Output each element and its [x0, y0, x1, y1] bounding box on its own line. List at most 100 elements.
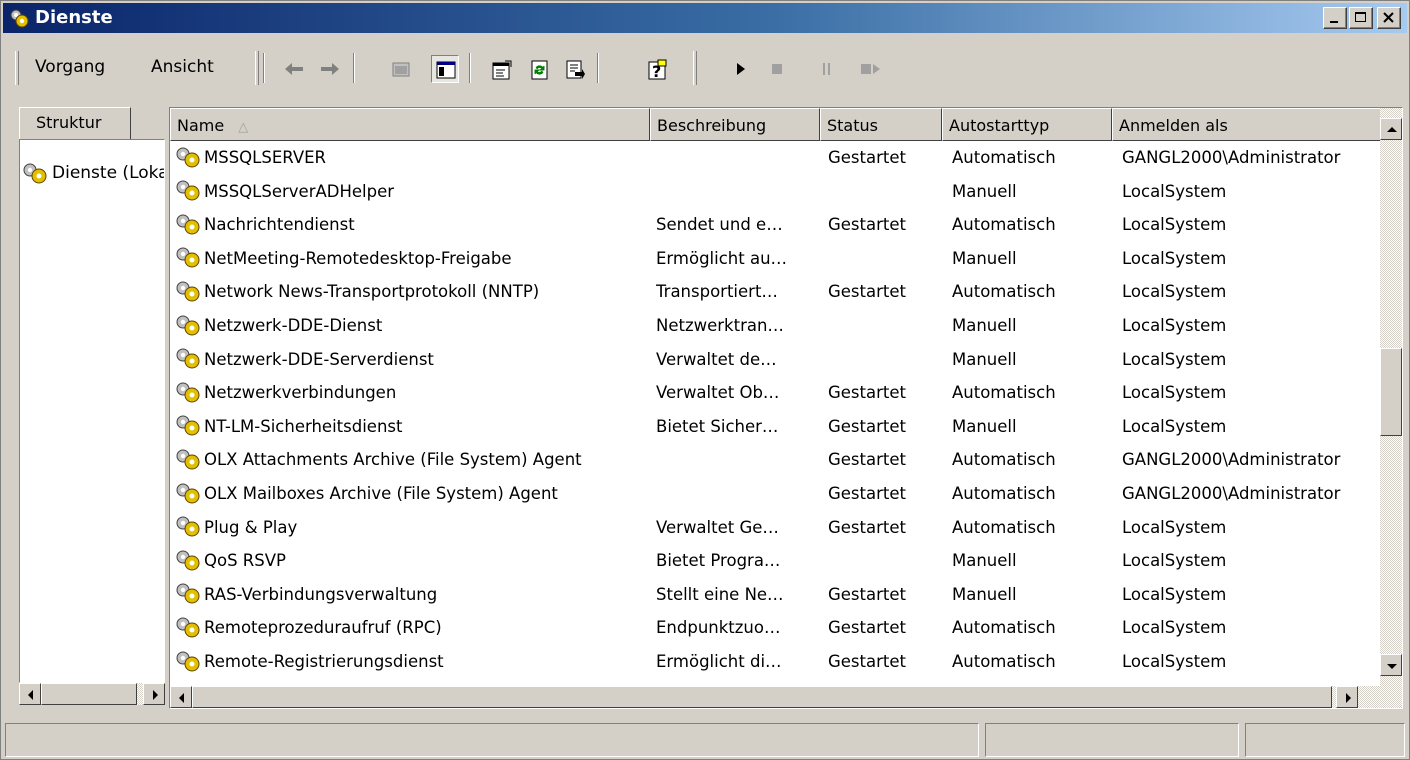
column-header-autostarttyp[interactable]: Autostarttyp: [942, 108, 1112, 141]
table-row[interactable]: Network News-Transportprotokoll (NNTP) Tr…: [170, 275, 1382, 309]
title-bar[interactable]: Dienste: [3, 3, 1407, 33]
table-row[interactable]: NT-LM-Sicherheitsdienst Bietet Sicher… Ges…: [170, 410, 1382, 444]
menu-grip[interactable]: [15, 51, 19, 85]
pause-service-button[interactable]: [813, 55, 841, 83]
service-name: OLX Mailboxes Archive (File System) Agen…: [204, 484, 558, 503]
toolbar-separator: [597, 53, 599, 83]
service-gear-icon: [176, 550, 200, 571]
refresh-button[interactable]: [525, 55, 553, 83]
stop-service-icon: [772, 64, 782, 74]
toolbar-separator: [263, 53, 265, 83]
table-row[interactable]: Netzwerk-DDE-Serverdienst Verwaltet de… Ma…: [170, 343, 1382, 377]
minimize-button[interactable]: [1323, 7, 1347, 29]
scroll-left-button[interactable]: [170, 686, 192, 708]
table-row[interactable]: Netzwerkverbindungen Verwaltet Ob… Gestart…: [170, 376, 1382, 410]
service-name: Plug & Play: [204, 517, 298, 537]
list-horizontal-scrollbar[interactable]: [170, 686, 1402, 708]
cell-autostarttyp: Manuell: [952, 349, 1017, 369]
cell-autostarttyp: Automatisch: [952, 215, 1056, 235]
list-vertical-scrollbar[interactable]: [1380, 108, 1402, 686]
scroll-right-button[interactable]: [1336, 686, 1358, 708]
maximize-button[interactable]: [1349, 7, 1373, 29]
service-gear-icon: [176, 516, 200, 537]
scroll-up-button[interactable]: [1380, 118, 1402, 140]
toolbar: Vorgang Ansicht ?: [3, 37, 1407, 95]
table-row[interactable]: Remote-Registrierungsdienst Ermöglicht di…: [170, 645, 1382, 679]
toolbar-grip-1[interactable]: [255, 51, 259, 85]
menu-vorgang[interactable]: Vorgang: [35, 57, 105, 77]
cell-name: Remote-Registrierungsdienst: [174, 645, 650, 679]
column-header-status[interactable]: Status: [820, 108, 942, 141]
cell-status: Gestartet: [828, 282, 906, 302]
back-button[interactable]: [279, 55, 307, 83]
start-service-button[interactable]: [727, 55, 755, 83]
cell-anmelden-als: LocalSystem: [1122, 383, 1227, 403]
show-hide-tree-button[interactable]: [431, 55, 459, 83]
arrow-down-icon: [1387, 664, 1397, 669]
cell-beschreibung: Stellt eine Ne…: [656, 584, 784, 604]
properties-button[interactable]: [487, 55, 515, 83]
cell-anmelden-als: LocalSystem: [1122, 618, 1227, 638]
arrow-up-icon: [1387, 127, 1397, 132]
table-row[interactable]: Nachrichtendienst Sendet und e… Gestartet A…: [170, 208, 1382, 242]
up-button[interactable]: [387, 55, 415, 83]
scroll-thumb[interactable]: [192, 686, 1332, 708]
cell-anmelden-als: LocalSystem: [1122, 584, 1227, 604]
service-name: NT-LM-Sicherheitsdienst: [204, 416, 403, 436]
cell-autostarttyp: Manuell: [952, 584, 1017, 604]
scroll-thumb[interactable]: [41, 683, 137, 705]
table-row[interactable]: Plug & Play Verwaltet Ge… Gestartet Automat…: [170, 511, 1382, 545]
restart-service-button[interactable]: [855, 55, 883, 83]
forward-button[interactable]: [315, 55, 343, 83]
arrow-left-icon: [179, 693, 184, 703]
table-row[interactable]: MSSQLSERVER Gestartet Automatisch GANGL2000…: [170, 141, 1382, 175]
cell-status: Gestartet: [828, 652, 906, 671]
service-gear-icon: [176, 483, 200, 503]
table-row[interactable]: NetMeeting-Remotedesktop-Freigabe Ermögli…: [170, 242, 1382, 276]
cell-beschreibung: Netzwerktran…: [656, 316, 784, 335]
service-gear-icon: [176, 315, 200, 335]
column-header-name[interactable]: Name △: [170, 108, 650, 141]
scroll-down-button[interactable]: [1380, 654, 1402, 676]
service-name: Network News-Transportprotokoll (NNTP): [204, 282, 540, 302]
tree-view[interactable]: Dienste (Lokal): [19, 139, 165, 683]
column-header-anmelden-als[interactable]: Anmelden als: [1112, 108, 1382, 141]
cell-status: Gestartet: [828, 215, 906, 235]
list-header: Name △ Beschreibung Status Autostarttyp A…: [170, 108, 1382, 141]
cell-name: MSSQLSERVER: [174, 141, 650, 175]
help-button[interactable]: ?: [643, 55, 671, 83]
cell-name: RAS-Verbindungsverwaltung: [174, 578, 650, 612]
cell-status: Gestartet: [828, 383, 906, 403]
service-gear-icon: [176, 214, 200, 235]
table-row[interactable]: OLX Attachments Archive (File System) Ag…: [170, 443, 1382, 477]
tree-horizontal-scrollbar[interactable]: [19, 683, 165, 705]
service-name: Netzwerk-DDE-Serverdienst: [204, 349, 434, 369]
menu-ansicht[interactable]: Ansicht: [151, 57, 214, 77]
toolbar-grip-2[interactable]: [693, 51, 697, 85]
table-row[interactable]: MSSQLServerADHelper Manuell LocalSystem: [170, 175, 1382, 209]
table-row[interactable]: RAS-Verbindungsverwaltung Stellt eine Ne……: [170, 578, 1382, 612]
close-icon: [1383, 12, 1394, 23]
column-header-beschreibung[interactable]: Beschreibung: [650, 108, 820, 141]
scroll-left-button[interactable]: [19, 683, 41, 705]
scroll-right-button[interactable]: [143, 683, 165, 705]
cell-autostarttyp: Automatisch: [952, 517, 1056, 537]
tab-struktur-label: Struktur: [36, 113, 102, 132]
cell-name: Nachrichtendienst: [174, 208, 650, 242]
table-row[interactable]: Netzwerk-DDE-Dienst Netzwerktran… Manuell L…: [170, 309, 1382, 343]
service-name: OLX Attachments Archive (File System) Ag…: [204, 450, 582, 470]
restart-service-icon: [861, 64, 880, 74]
cell-status: Gestartet: [828, 416, 906, 436]
services-list[interactable]: Name △ Beschreibung Status Autostarttyp A…: [169, 107, 1403, 709]
table-row[interactable]: Remoteprozeduraufruf (RPC) Endpunktzuo… Ge…: [170, 611, 1382, 645]
scroll-thumb[interactable]: [1380, 348, 1402, 436]
properties-icon: [492, 60, 512, 80]
table-row[interactable]: OLX Mailboxes Archive (File System) Agen…: [170, 477, 1382, 511]
close-button[interactable]: [1377, 7, 1401, 29]
cell-anmelden-als: LocalSystem: [1122, 416, 1227, 436]
export-list-button[interactable]: [561, 55, 589, 83]
table-row[interactable]: QoS RSVP Bietet Progra… Manuell LocalSystem: [170, 544, 1382, 578]
stop-service-button[interactable]: [763, 55, 791, 83]
tab-struktur[interactable]: Struktur: [19, 107, 131, 139]
tree-item-dienste[interactable]: Dienste (Lokal): [22, 162, 164, 184]
